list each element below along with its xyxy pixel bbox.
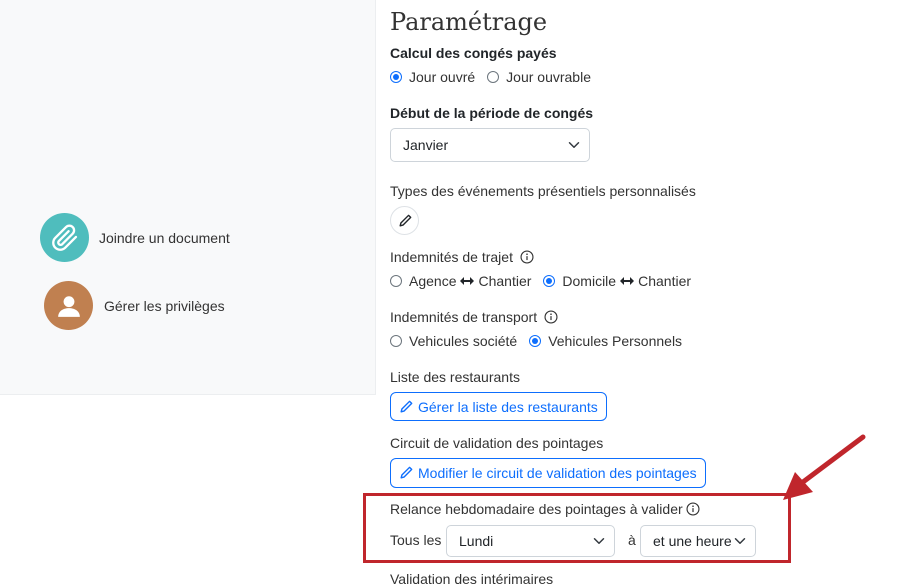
- radio-label-jour-ouvrable: Jour ouvrable: [506, 69, 591, 85]
- leave-start-label: Début de la période de congés: [390, 105, 594, 121]
- highlight-box: [363, 493, 791, 563]
- manage-privileges-action[interactable]: Gérer les privilèges: [44, 281, 225, 330]
- radio-jour-ouvre[interactable]: [390, 71, 402, 83]
- travel-allowance-label-row: Indemnités de trajet: [390, 249, 534, 265]
- pencil-icon: [400, 466, 413, 479]
- travel-allowance-options: Agence Chantier Domicile Chantier: [390, 273, 691, 289]
- radio-label-agence: Agence: [409, 273, 457, 289]
- transport-allowance-label: Indemnités de transport: [390, 309, 538, 325]
- travel-allowance-label: Indemnités de trajet: [390, 249, 513, 265]
- transport-allowance-options: Vehicules société Vehicules Personnels: [390, 333, 682, 349]
- chevron-down-icon: [568, 142, 580, 148]
- user-icon: [44, 281, 93, 330]
- manage-restaurants-button[interactable]: Gérer la liste des restaurants: [390, 392, 607, 421]
- radio-vehicules-societe[interactable]: [390, 335, 402, 347]
- manage-privileges-label: Gérer les privilèges: [104, 297, 225, 314]
- info-icon[interactable]: [520, 250, 534, 264]
- paperclip-icon: [40, 213, 89, 262]
- radio-agence-chantier[interactable]: [390, 275, 402, 287]
- red-arrow-annotation: [783, 434, 866, 500]
- radio-domicile-chantier[interactable]: [543, 275, 556, 287]
- page-title: Paramétrage: [390, 8, 548, 36]
- paid-leave-label: Calcul des congés payés: [390, 45, 557, 61]
- manage-restaurants-label: Gérer la liste des restaurants: [418, 398, 598, 415]
- restaurants-label: Liste des restaurants: [390, 369, 520, 385]
- leave-start-value: Janvier: [403, 137, 449, 153]
- edit-validation-circuit-button[interactable]: Modifier le circuit de validation des po…: [390, 458, 706, 488]
- leave-start-select[interactable]: Janvier: [390, 128, 590, 162]
- pencil-icon: [398, 214, 411, 227]
- info-icon[interactable]: [544, 310, 558, 324]
- event-types-label: Types des événements présentiels personn…: [390, 183, 696, 199]
- radio-jour-ouvrable[interactable]: [487, 71, 500, 83]
- transport-allowance-label-row: Indemnités de transport: [390, 309, 558, 325]
- radio-label-chantier-2: Chantier: [638, 273, 692, 289]
- temp-workers-label: Validation des intérimaires: [390, 571, 554, 587]
- radio-label-vehicules-societe: Vehicules société: [409, 333, 518, 349]
- validation-circuit-label: Circuit de validation des pointages: [390, 435, 604, 451]
- attach-document-action[interactable]: Joindre un document: [40, 213, 230, 262]
- double-arrow-icon: [460, 276, 475, 286]
- radio-label-jour-ouvre: Jour ouvré: [409, 69, 476, 85]
- radio-vehicules-personnels[interactable]: [529, 335, 542, 347]
- side-panel: Joindre un document Gérer les privilèges: [0, 0, 376, 395]
- edit-event-types-button[interactable]: [390, 206, 419, 235]
- pencil-icon: [400, 400, 413, 413]
- radio-label-vehicules-personnels: Vehicules Personnels: [548, 333, 683, 349]
- radio-label-domicile: Domicile: [562, 273, 617, 289]
- double-arrow-icon: [620, 276, 635, 286]
- paid-leave-options: Jour ouvré Jour ouvrable: [390, 69, 591, 85]
- radio-label-chantier-1: Chantier: [478, 273, 532, 289]
- attach-document-label: Joindre un document: [99, 229, 230, 246]
- edit-validation-circuit-label: Modifier le circuit de validation des po…: [418, 465, 697, 481]
